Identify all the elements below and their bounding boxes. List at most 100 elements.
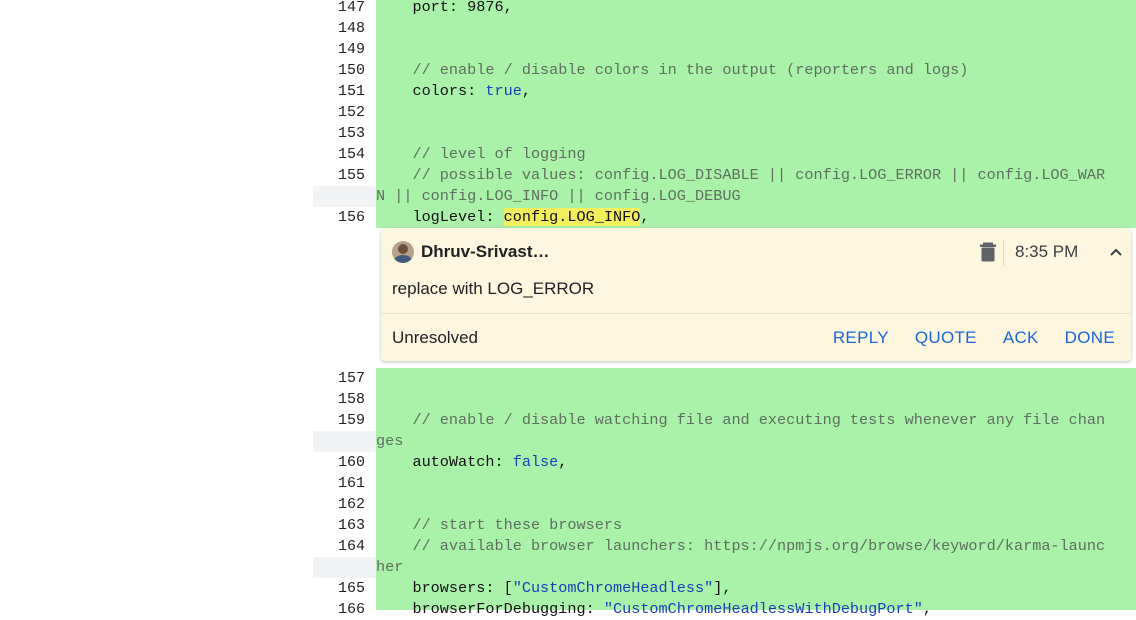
line-number[interactable]: 149	[313, 39, 365, 60]
code-token: ges	[376, 432, 404, 450]
code-line: 154 // level of logging	[313, 144, 1136, 165]
line-number[interactable]: 157	[313, 368, 365, 389]
line-number[interactable]: 159	[313, 410, 365, 431]
line-code[interactable]: autoWatch: false,	[376, 452, 1136, 473]
code-line: 164 // available browser launchers: http…	[313, 536, 1136, 557]
line-number[interactable]: 150	[313, 60, 365, 81]
line-code[interactable]: // available browser launchers: https://…	[376, 536, 1136, 557]
line-number[interactable]: 148	[313, 18, 365, 39]
done-button[interactable]: DONE	[1065, 327, 1115, 349]
code-token: ,	[558, 453, 568, 471]
code-token: ,	[521, 82, 531, 100]
trash-icon[interactable]	[978, 241, 998, 263]
code-line: 157	[313, 368, 1136, 389]
line-number[interactable]: 161	[313, 473, 365, 494]
ack-button[interactable]: ACK	[1003, 327, 1039, 349]
code-line: 155 // possible values: config.LOG_DISAB…	[313, 165, 1136, 186]
line-code[interactable]: N || config.LOG_INFO || config.LOG_DEBUG	[376, 186, 1136, 207]
code-token: // possible values: config.LOG_DISABLE |…	[376, 166, 1106, 184]
code-token: ,	[922, 600, 932, 618]
comment-status: Unresolved	[392, 328, 478, 347]
line-code[interactable]: // possible values: config.LOG_DISABLE |…	[376, 165, 1136, 186]
line-code[interactable]: port: 9876,	[376, 0, 1136, 18]
code-token: // available browser launchers: https://…	[376, 537, 1106, 555]
comment-time: 8:35 PM	[1015, 242, 1079, 261]
highlighted-code: config.LOG_INFO	[503, 208, 641, 226]
avatar[interactable]	[392, 241, 414, 263]
comment-actions: REPLY QUOTE ACK DONE	[833, 327, 1115, 349]
line-code[interactable]: // start these browsers	[376, 515, 1136, 536]
code-token: browsers: [	[376, 579, 513, 597]
header-divider	[1003, 240, 1004, 266]
quote-button[interactable]: QUOTE	[915, 327, 977, 349]
code-line: 149	[313, 39, 1136, 60]
code-line: 165 browsers: ["CustomChromeHeadless"],	[313, 578, 1136, 599]
code-token: // level of logging	[376, 145, 586, 163]
line-number[interactable]: 152	[313, 102, 365, 123]
line-code[interactable]: browsers: ["CustomChromeHeadless"],	[376, 578, 1136, 599]
code-line: 147 port: 9876,	[313, 0, 1136, 18]
line-code[interactable]: colors: true,	[376, 81, 1136, 102]
code-line: 161	[313, 473, 1136, 494]
code-line: 156 logLevel: config.LOG_INFO,	[313, 207, 1136, 228]
comment-card: Dhruv-Srivast… 8:35 PM replace with LOG_…	[381, 228, 1131, 361]
left-blank-area	[0, 0, 313, 610]
code-token: // enable / disable colors in the output…	[376, 61, 969, 79]
line-number[interactable]: 165	[313, 578, 365, 599]
wrap-gutter	[313, 557, 376, 578]
code-line-wrap: ges	[313, 431, 1136, 452]
line-number[interactable]: 151	[313, 81, 365, 102]
line-number[interactable]: 164	[313, 536, 365, 557]
code-line: 160 autoWatch: false,	[313, 452, 1136, 473]
code-line-wrap: her	[313, 557, 1136, 578]
line-number[interactable]: 147	[313, 0, 365, 18]
reply-button[interactable]: REPLY	[833, 327, 889, 349]
line-code[interactable]: // enable / disable colors in the output…	[376, 60, 1136, 81]
code-token: autoWatch:	[376, 453, 513, 471]
code-token: "CustomChromeHeadless"	[512, 579, 714, 597]
code-line: 151 colors: true,	[313, 81, 1136, 102]
code-token: ],	[713, 579, 732, 597]
code-token: colors:	[376, 82, 486, 100]
code-token: port: 9876,	[376, 0, 513, 16]
code-line: 163 // start these browsers	[313, 515, 1136, 536]
line-number[interactable]: 163	[313, 515, 365, 536]
line-code[interactable]: her	[376, 557, 1136, 578]
wrap-gutter	[313, 431, 376, 452]
comment-header: Dhruv-Srivast… 8:35 PM	[392, 240, 1131, 266]
code-line: 148	[313, 18, 1136, 39]
line-number[interactable]: 158	[313, 389, 365, 410]
comment-author[interactable]: Dhruv-Srivast…	[421, 241, 549, 263]
chevron-up-icon[interactable]	[1108, 244, 1124, 260]
line-code[interactable]: ges	[376, 431, 1136, 452]
code-token: N || config.LOG_INFO || config.LOG_DEBUG	[376, 187, 741, 205]
code-line: 152	[313, 102, 1136, 123]
code-line: 162	[313, 494, 1136, 515]
line-number[interactable]: 162	[313, 494, 365, 515]
line-number[interactable]: 154	[313, 144, 365, 165]
code-token: // enable / disable watching file and ex…	[376, 411, 1106, 429]
line-number[interactable]: 156	[313, 207, 365, 228]
code-line: 158	[313, 389, 1136, 410]
code-token: // start these browsers	[376, 516, 623, 534]
line-code[interactable]: // level of logging	[376, 144, 1136, 165]
code-token: "CustomChromeHeadlessWithDebugPort"	[603, 600, 923, 618]
comment-body: replace with LOG_ERROR	[392, 279, 595, 298]
code-token: logLevel:	[376, 208, 504, 226]
line-code[interactable]: logLevel: config.LOG_INFO,	[376, 207, 1136, 228]
code-line: 153	[313, 123, 1136, 144]
code-token: her	[376, 558, 404, 576]
line-number[interactable]: 153	[313, 123, 365, 144]
code-line: 150 // enable / disable colors in the ou…	[313, 60, 1136, 81]
code-token: false	[512, 453, 559, 471]
code-token: ,	[640, 208, 650, 226]
line-number[interactable]: 160	[313, 452, 365, 473]
code-line: 159 // enable / disable watching file an…	[313, 410, 1136, 431]
line-number[interactable]: 155	[313, 165, 365, 186]
wrap-gutter	[313, 186, 376, 207]
code-line-wrap: N || config.LOG_INFO || config.LOG_DEBUG	[313, 186, 1136, 207]
code-token: true	[485, 82, 522, 100]
line-code[interactable]: // enable / disable watching file and ex…	[376, 410, 1136, 431]
code-token: browserForDebugging:	[376, 600, 604, 618]
comment-separator	[381, 313, 1131, 314]
